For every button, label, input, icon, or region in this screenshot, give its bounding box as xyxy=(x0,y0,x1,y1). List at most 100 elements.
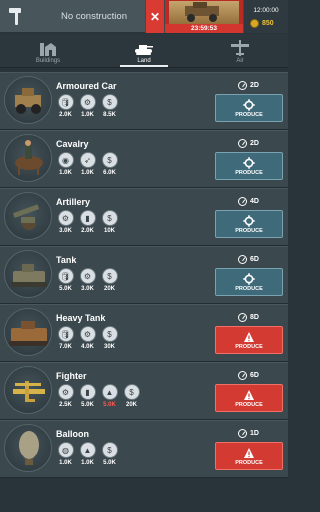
construction-status-text: No construction xyxy=(60,11,127,22)
duration-value: 8D xyxy=(250,314,259,321)
unit-portrait[interactable] xyxy=(4,134,52,182)
unit-costs: 🛢 5.0K ⚙ 3.0K $20K xyxy=(56,268,119,292)
cost-value: 30K xyxy=(103,344,115,350)
production-duration: 2D xyxy=(238,81,259,90)
clock-icon xyxy=(238,81,247,90)
produce-button[interactable]: PRODUCE xyxy=(215,268,283,296)
produce-label: PRODUCE xyxy=(235,169,263,176)
cost-value: 5.0K xyxy=(103,460,116,466)
unit-costs: 🛢 7.0K ⚙ 4.0K $30K xyxy=(56,326,119,350)
production-timer: 23:59:53 xyxy=(165,24,243,33)
cost-value: 1.0K xyxy=(81,112,94,118)
cost-item: 🛢 7.0K xyxy=(56,326,75,350)
produce-label: PRODUCE xyxy=(235,401,263,408)
produce-button[interactable]: PRODUCE xyxy=(215,94,283,122)
plane-icon xyxy=(231,40,249,56)
duration-value: 6D xyxy=(250,256,259,263)
production-duration: 1D xyxy=(238,429,259,438)
cost-item: ▲ 5.0K xyxy=(100,384,119,408)
clock-icon xyxy=(238,313,247,322)
cost-item: ▮ 5.0K xyxy=(78,384,97,408)
cash-icon: $ xyxy=(123,384,140,400)
steel-icon: ⚙ xyxy=(57,210,74,226)
cost-item: ⚙ 1.0K xyxy=(78,94,97,118)
category-tabs: Buildings Land Air xyxy=(0,34,288,68)
cost-item: 🛢 5.0K xyxy=(56,268,75,292)
ammo-icon: ▮ xyxy=(79,210,96,226)
unit-costs: ◉ 1.0K ➶ 1.0K $6.0K xyxy=(56,152,119,176)
cost-value: 2.0K xyxy=(81,228,94,234)
unit-row: Balloon ◍ 1.0K ▲ 1.0K $5.0K 1D PRODUCE xyxy=(0,420,288,478)
cancel-construction-button[interactable]: ✕ xyxy=(146,0,164,33)
buildings-icon xyxy=(40,43,56,56)
cost-item: ⚙ 3.0K xyxy=(78,268,97,292)
tab-land[interactable]: Land xyxy=(96,34,192,67)
cost-item: $30K xyxy=(100,326,119,350)
game-clock: 12:00:00 xyxy=(253,7,279,14)
cash-icon: $ xyxy=(101,326,118,342)
cost-item: $5.0K xyxy=(100,442,119,466)
unit-row: Tank 🛢 5.0K ⚙ 3.0K $20K 6D PRODUCE xyxy=(0,246,288,304)
unit-row: Cavalry ◉ 1.0K ➶ 1.0K $6.0K 2D PRODUCE xyxy=(0,130,288,188)
produce-button[interactable]: PRODUCE xyxy=(215,210,283,238)
production-duration: 8D xyxy=(238,313,259,322)
gear-icon xyxy=(243,156,255,169)
tab-air[interactable]: Air xyxy=(192,34,288,67)
tab-buildings-label: Buildings xyxy=(35,58,61,64)
steel-icon: ⚙ xyxy=(79,326,96,342)
duration-value: 2D xyxy=(250,82,259,89)
gold-coin-icon xyxy=(250,19,259,28)
cash-icon: $ xyxy=(101,94,118,110)
produce-button[interactable]: PRODUCE xyxy=(215,326,283,354)
produce-button[interactable]: PRODUCE xyxy=(215,152,283,180)
unit-name: Fighter xyxy=(56,371,87,381)
produce-button[interactable]: PRODUCE xyxy=(215,384,283,412)
oil-icon: 🛢 xyxy=(57,268,74,284)
resource-box[interactable]: 12:00:00 850 xyxy=(244,0,288,33)
duration-value: 4D xyxy=(250,198,259,205)
cost-item: $10K xyxy=(100,210,119,234)
unit-name: Artillery xyxy=(56,197,91,207)
unit-name: Balloon xyxy=(56,429,89,439)
production-duration: 4D xyxy=(238,197,259,206)
cost-value: 1.0K xyxy=(81,170,94,176)
cost-value: 7.0K xyxy=(59,344,72,350)
steel-icon: ⚙ xyxy=(57,384,74,400)
gold-amount: 850 xyxy=(262,20,274,27)
current-production-slot[interactable]: 23:59:53 xyxy=(165,0,243,33)
unit-costs: 🛢 2.0K ⚙ 1.0K $8.5K xyxy=(56,94,119,118)
cash-icon: $ xyxy=(101,210,118,226)
cost-value: 4.0K xyxy=(81,344,94,350)
unit-portrait[interactable] xyxy=(4,192,52,240)
cost-item: $6.0K xyxy=(100,152,119,176)
cost-value: 3.0K xyxy=(59,228,72,234)
construction-slot[interactable]: No construction xyxy=(0,0,145,33)
cost-item: $20K xyxy=(122,384,141,408)
gear-icon xyxy=(243,272,255,285)
steel-icon: ⚙ xyxy=(79,94,96,110)
unit-row: Armoured Car 🛢 2.0K ⚙ 1.0K $8.5K 2D PRODUCE xyxy=(0,72,288,130)
unit-name: Cavalry xyxy=(56,139,89,149)
cost-item: $8.5K xyxy=(100,94,119,118)
unit-portrait[interactable] xyxy=(4,76,52,124)
cost-value: 1.0K xyxy=(81,460,94,466)
unit-costs: ⚙ 2.5K ▮ 5.0K ▲ 5.0K $20K xyxy=(56,384,141,408)
clock-icon xyxy=(238,197,247,206)
cost-value: 5.0K xyxy=(59,286,72,292)
unit-name: Tank xyxy=(56,255,77,265)
cost-value: 2.5K xyxy=(59,402,72,408)
cost-value: 1.0K xyxy=(59,460,72,466)
unit-row: Fighter ⚙ 2.5K ▮ 5.0K ▲ 5.0K $20K 6D PRODUCE xyxy=(0,362,288,420)
production-duration: 2D xyxy=(238,139,259,148)
cost-item: ◍ 1.0K xyxy=(56,442,75,466)
unit-portrait[interactable] xyxy=(4,366,52,414)
production-duration: 6D xyxy=(238,371,259,380)
unit-portrait[interactable] xyxy=(4,308,52,356)
clock-icon xyxy=(238,139,247,148)
unit-portrait[interactable] xyxy=(4,424,52,472)
tab-buildings[interactable]: Buildings xyxy=(0,34,96,67)
food-icon: ◉ xyxy=(57,152,74,168)
clock-icon xyxy=(238,429,247,438)
produce-button[interactable]: PRODUCE xyxy=(215,442,283,470)
unit-portrait[interactable] xyxy=(4,250,52,298)
